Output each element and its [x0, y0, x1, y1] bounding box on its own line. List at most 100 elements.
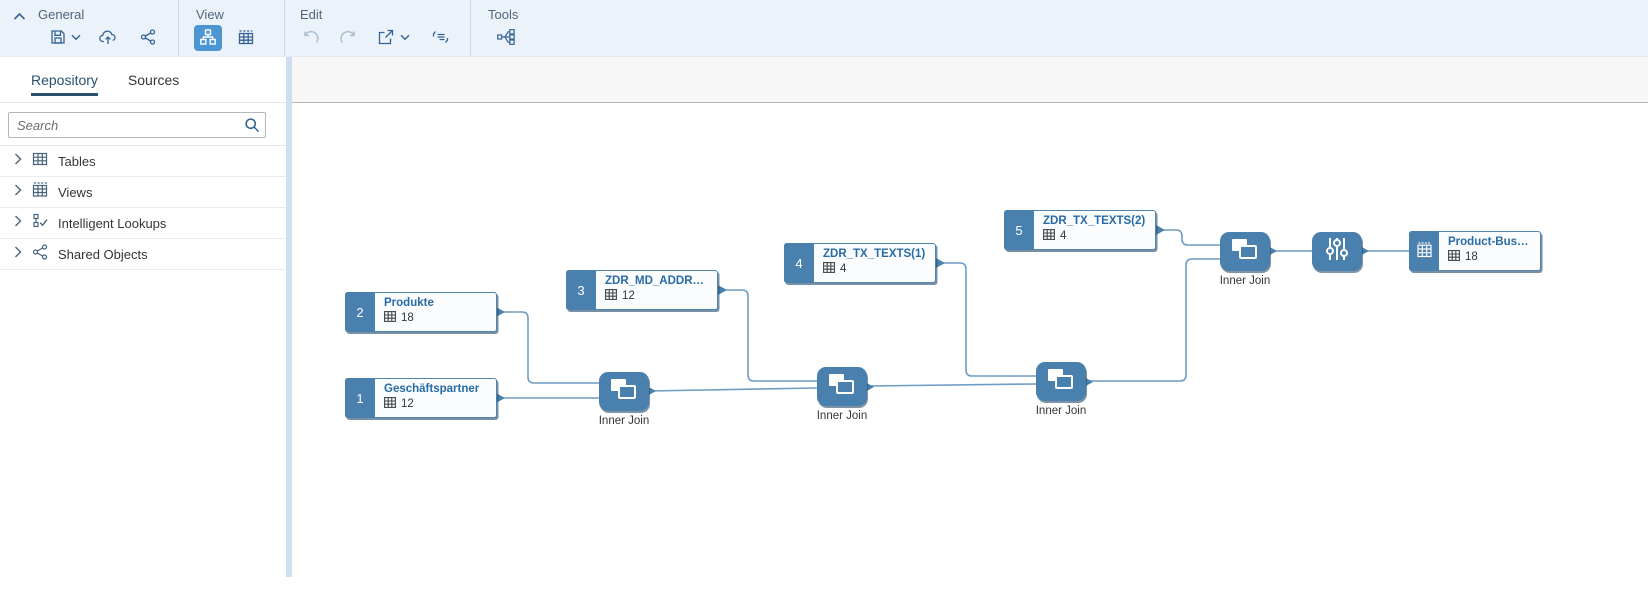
node-title: ZDR_MD_ADDRESS(1): [605, 275, 709, 287]
chevron-up-icon: [13, 9, 26, 24]
export-button[interactable]: [372, 25, 400, 51]
collapse-toolbar-button[interactable]: [8, 6, 30, 26]
join-icon: [607, 376, 641, 407]
inner-join-node-4[interactable]: [1220, 232, 1270, 271]
output-connector-arrow: [1156, 225, 1165, 235]
diagram-canvas[interactable]: 1 Geschäftspartner 12 2 Produkte 18 3 ZD…: [292, 57, 1648, 577]
toolbar-separator: [284, 0, 285, 56]
node-view-badge: [1409, 231, 1439, 271]
table-glyph-icon: [1448, 250, 1460, 264]
editor-content: 1 Geschäftspartner 12 2 Produkte 18 3 ZD…: [292, 57, 1648, 577]
chevron-right-icon[interactable]: [14, 152, 22, 170]
edit-csn-button[interactable]: [426, 25, 454, 51]
tab-repository[interactable]: Repository: [31, 57, 98, 102]
share-button[interactable]: [134, 25, 162, 51]
chevron-down-icon: [400, 28, 410, 46]
search-box: [8, 112, 266, 138]
chevron-right-icon[interactable]: [14, 245, 22, 263]
table-node-zdr-tx-texts-2[interactable]: 5 ZDR_TX_TEXTS(2) 4: [1004, 210, 1156, 250]
redo-button[interactable]: [334, 25, 362, 51]
node-body: Produkte 18: [375, 293, 496, 331]
table-glyph-icon: [384, 397, 396, 411]
toolbar-section-label: General: [38, 7, 85, 22]
edge-join1-join2: [648, 387, 818, 392]
node-body: Geschäftspartner 12: [375, 379, 496, 417]
main-toolbar: General View Edit Tools: [0, 0, 1648, 57]
search-input[interactable]: [8, 112, 266, 138]
deploy-button[interactable]: [94, 25, 122, 51]
shared-objects-icon: [32, 243, 48, 265]
toolbar-section-label: Tools: [488, 7, 519, 22]
join-icon: [1044, 366, 1078, 397]
chevron-right-icon[interactable]: [14, 183, 22, 201]
views-icon: [32, 181, 48, 203]
tables-icon: [32, 151, 48, 172]
output-connector-arrow: [718, 285, 727, 295]
chevron-down-icon: [71, 28, 81, 46]
impact-lineage-button[interactable]: [492, 25, 520, 51]
output-view-node[interactable]: Product-Bussines... 18: [1409, 231, 1541, 271]
edge-join2-join3: [866, 383, 1037, 387]
table-glyph-icon: [823, 262, 835, 276]
node-title: Produkte: [384, 297, 434, 309]
node-title: Geschäftspartner: [384, 383, 480, 395]
tree-item-tables[interactable]: Tables: [0, 146, 286, 177]
join-label: Inner Join: [598, 415, 650, 427]
tree-item-label: Shared Objects: [58, 246, 148, 262]
edge-produkte-join1: [498, 311, 599, 384]
code-list-icon: [432, 30, 449, 47]
row-count: 18: [401, 312, 414, 324]
tree-item-views[interactable]: Views: [0, 177, 286, 208]
node-body: ZDR_TX_TEXTS(1) 4: [814, 244, 935, 282]
node-number-badge: 5: [1004, 210, 1034, 250]
share-icon: [140, 28, 156, 48]
export-dropdown-button[interactable]: [400, 31, 412, 43]
sidebar-tabs: Repository Sources: [0, 57, 286, 103]
diagram-icon: [200, 28, 216, 48]
save-dropdown-button[interactable]: [71, 31, 83, 43]
tree-item-label: Views: [58, 184, 93, 200]
tree-item-label: Intelligent Lookups: [58, 215, 167, 231]
node-number-badge: 3: [566, 270, 596, 310]
edge-zdrmdaddress1-join2: [720, 289, 817, 382]
inner-join-node-3[interactable]: [1036, 362, 1086, 401]
data-preview-button[interactable]: [232, 25, 260, 51]
save-button[interactable]: [44, 25, 72, 51]
toolbar-separator: [178, 0, 179, 56]
join-label: Inner Join: [1035, 405, 1087, 417]
table-node-geschaeftspartner[interactable]: 1 Geschäftspartner 12: [345, 378, 497, 418]
edge-zdrtxtexts2-join4: [1158, 229, 1220, 246]
export-icon: [378, 29, 394, 48]
impact-lineage-icon: [497, 28, 515, 48]
inner-join-node-2[interactable]: [817, 367, 867, 406]
join-label: Inner Join: [816, 410, 868, 422]
save-icon: [50, 29, 66, 48]
toolbar-separator: [470, 0, 471, 56]
table-node-zdr-md-address-1[interactable]: 3 ZDR_MD_ADDRESS(1) 12: [566, 270, 718, 310]
tab-sources[interactable]: Sources: [128, 57, 179, 102]
undo-icon: [302, 30, 319, 47]
output-connector-arrow: [936, 258, 945, 268]
repository-sidebar: Repository Sources Tables Views Intellig…: [0, 57, 286, 577]
filter-node[interactable]: [1312, 232, 1362, 271]
toolbar-section-label: View: [196, 7, 224, 22]
search-icon[interactable]: [244, 117, 260, 138]
table-glyph-icon: [384, 311, 396, 325]
table-node-produkte[interactable]: 2 Produkte 18: [345, 292, 497, 332]
diagram-view-button[interactable]: [194, 25, 222, 51]
tree-item-intelligent-lookups[interactable]: Intelligent Lookups: [0, 208, 286, 239]
redo-icon: [339, 30, 357, 47]
inner-join-node-1[interactable]: [599, 372, 649, 411]
node-title: ZDR_TX_TEXTS(1): [823, 248, 926, 260]
row-count: 12: [401, 398, 414, 410]
join-icon: [1228, 236, 1262, 267]
view-badge-icon: [1416, 241, 1433, 261]
node-body: ZDR_MD_ADDRESS(1) 12: [596, 271, 717, 309]
table-glyph-icon: [1043, 229, 1055, 243]
node-number-badge: 2: [345, 292, 375, 332]
undo-button[interactable]: [296, 25, 324, 51]
table-node-zdr-tx-texts-1[interactable]: 4 ZDR_TX_TEXTS(1) 4: [784, 243, 936, 283]
data-grid-icon: [238, 29, 254, 48]
chevron-right-icon[interactable]: [14, 214, 22, 232]
tree-item-shared-objects[interactable]: Shared Objects: [0, 239, 286, 270]
